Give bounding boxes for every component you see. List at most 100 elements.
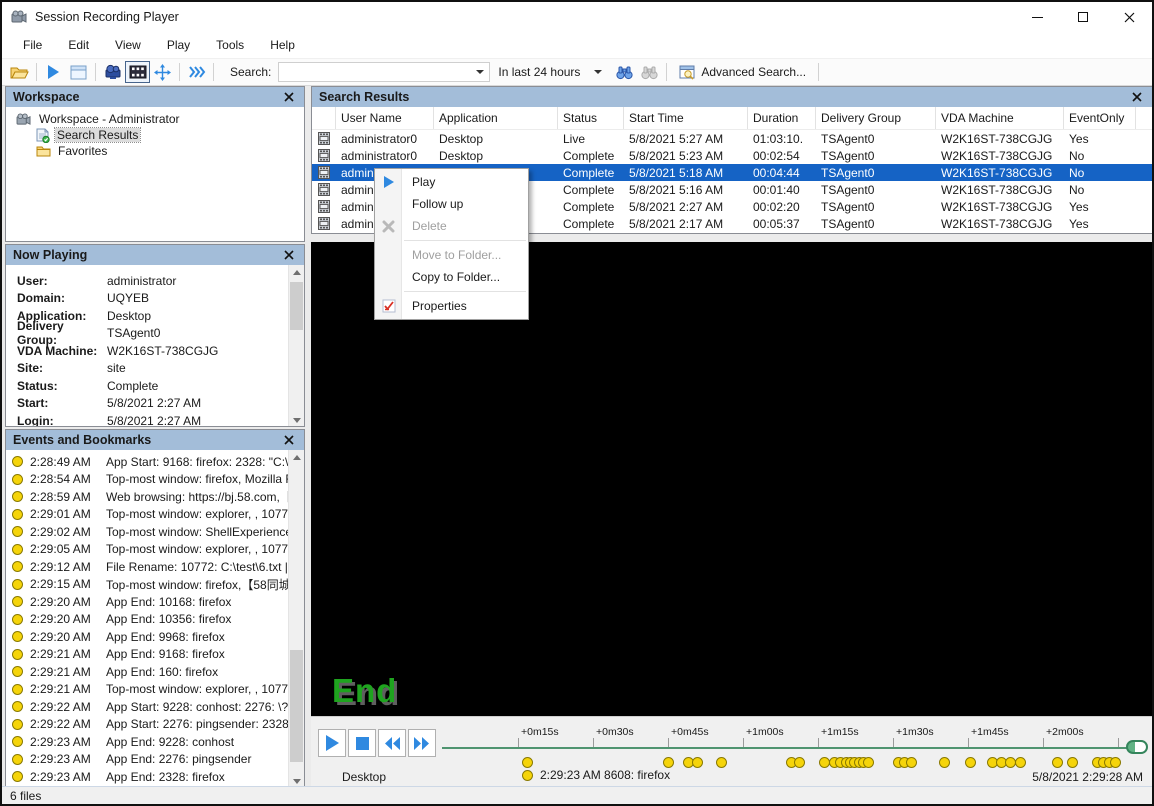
advanced-search-label: Advanced Search... <box>701 65 806 79</box>
playback-rewind-button[interactable] <box>378 729 406 757</box>
menu-item-view[interactable]: View <box>102 34 154 56</box>
open-file-button[interactable] <box>7 61 32 83</box>
timeline-event-marker[interactable] <box>663 757 674 768</box>
timeline-event-marker[interactable] <box>965 757 976 768</box>
timeline-event-marker[interactable] <box>716 757 727 768</box>
field-label: Status: <box>17 379 107 393</box>
field-label: Login: <box>17 414 107 427</box>
event-row[interactable]: 2:29:21 AM App End: 160: firefox <box>6 663 290 681</box>
scroll-up-button[interactable] <box>289 265 304 280</box>
context-menu-item-follow-up[interactable]: Follow up <box>375 193 528 215</box>
event-row[interactable]: 2:28:59 AM Web browsing: https://bj.58.c… <box>6 488 290 506</box>
event-row[interactable]: 2:29:20 AM App End: 10356: firefox <box>6 611 290 629</box>
advanced-search-button[interactable]: Advanced Search... <box>671 61 814 83</box>
play-button[interactable] <box>41 61 66 83</box>
context-menu-item-play[interactable]: Play <box>375 171 528 193</box>
event-row[interactable]: 2:28:54 AM Top-most window: firefox, Moz… <box>6 471 290 489</box>
playback-fast-forward-button[interactable] <box>408 729 436 757</box>
events-close-button[interactable] <box>281 432 297 448</box>
event-row[interactable]: 2:29:22 AM App Start: 9228: conhost: 227… <box>6 698 290 716</box>
event-row[interactable]: 2:29:23 AM App End: 9228: conhost <box>6 733 290 751</box>
tree-item-workspace-administrator[interactable]: Workspace - Administrator <box>6 111 304 127</box>
pan-button[interactable] <box>150 61 175 83</box>
event-row[interactable]: 2:29:05 AM Top-most window: explorer, , … <box>6 541 290 559</box>
timeline-event-marker[interactable] <box>522 757 533 768</box>
projector-view-button[interactable] <box>100 61 125 83</box>
event-row[interactable]: 2:28:49 AM App Start: 9168: firefox: 232… <box>6 453 290 471</box>
event-row[interactable]: 2:29:22 AM App Start: 2276: pingsender: … <box>6 716 290 734</box>
event-row[interactable]: 2:29:02 AM Top-most window: ShellExperie… <box>6 523 290 541</box>
search-go-button[interactable] <box>612 61 637 83</box>
event-marker-icon <box>12 544 23 555</box>
timeline-event-marker[interactable] <box>1052 757 1063 768</box>
workspace-close-button[interactable] <box>281 89 297 105</box>
event-row[interactable]: 2:29:20 AM App End: 10168: firefox <box>6 593 290 611</box>
column-header-start-time[interactable]: Start Time <box>624 107 748 129</box>
context-menu-item-properties[interactable]: Properties <box>375 295 528 317</box>
maximize-button[interactable] <box>1060 2 1106 32</box>
timeline-event-marker[interactable] <box>939 757 950 768</box>
recording-row[interactable]: administrator0 Desktop Live 5/8/2021 5:2… <box>312 130 1152 147</box>
event-description: File Rename: 10772: C:\test\6.txt | 5.t.… <box>106 560 290 574</box>
search-dropdown-arrow-icon[interactable] <box>476 70 484 74</box>
column-header-user-name[interactable]: User Name <box>336 107 434 129</box>
search-stop-button[interactable] <box>637 61 662 83</box>
timeline-event-marker[interactable] <box>692 757 703 768</box>
column-header-vda-machine[interactable]: VDA Machine <box>936 107 1064 129</box>
filmstrip-view-button[interactable] <box>125 61 150 83</box>
workspace-panel-header: Workspace <box>6 87 304 107</box>
column-header-application[interactable]: Application <box>434 107 558 129</box>
column-header-delivery-group[interactable]: Delivery Group <box>816 107 936 129</box>
scrollbar-thumb[interactable] <box>290 282 303 330</box>
tree-item-search-results[interactable]: Search Results <box>6 127 304 143</box>
context-menu-item-copy-to-folder-[interactable]: Copy to Folder... <box>375 266 528 288</box>
timeline-event-marker[interactable] <box>906 757 917 768</box>
timeline-event-marker[interactable] <box>863 757 874 768</box>
scrollbar-thumb[interactable] <box>290 650 303 762</box>
menu-item-play[interactable]: Play <box>154 34 203 56</box>
menu-item-tools[interactable]: Tools <box>203 34 257 56</box>
event-row[interactable]: 2:29:23 AM App End: 2276: pingsender <box>6 751 290 769</box>
column-header-icon[interactable] <box>312 107 336 129</box>
time-filter-select[interactable]: In last 24 hours <box>490 62 612 82</box>
column-header-duration[interactable]: Duration <box>748 107 816 129</box>
timeline-event-marker[interactable] <box>1015 757 1026 768</box>
timeline-seek-bar[interactable] <box>442 747 1142 749</box>
now-playing-close-button[interactable] <box>281 247 297 263</box>
column-header-eventonly[interactable]: EventOnly <box>1064 107 1136 129</box>
event-row[interactable]: 2:29:23 AM App End: 2328: firefox <box>6 768 290 786</box>
field-value: 5/8/2021 2:27 AM <box>107 396 201 410</box>
events-scrollbar[interactable] <box>288 450 304 788</box>
event-row[interactable]: 2:29:15 AM Top-most window: firefox,【58同… <box>6 576 290 594</box>
recording-row[interactable]: administrator0 Desktop Complete 5/8/2021… <box>312 147 1152 164</box>
menu-item-file[interactable]: File <box>10 34 55 56</box>
playback-play-button[interactable] <box>318 729 346 757</box>
time-filter-arrow-icon <box>594 70 602 74</box>
menu-item-help[interactable]: Help <box>257 34 308 56</box>
timeline-event-marker[interactable] <box>1067 757 1078 768</box>
timeline-event-marker[interactable] <box>1110 757 1121 768</box>
now-playing-scrollbar[interactable] <box>288 265 304 427</box>
event-row[interactable]: 2:29:01 AM Top-most window: explorer, , … <box>6 506 290 524</box>
cell-duration: 00:01:40 <box>748 183 816 197</box>
event-row[interactable]: 2:29:21 AM App End: 9168: firefox <box>6 646 290 664</box>
event-row[interactable]: 2:29:20 AM App End: 9968: firefox <box>6 628 290 646</box>
minimize-button[interactable] <box>1014 2 1060 32</box>
event-marker-icon <box>12 614 23 625</box>
scroll-up-button[interactable] <box>289 450 304 465</box>
timeline-slider-handle[interactable] <box>1126 740 1148 754</box>
more-tools-button[interactable] <box>184 61 209 83</box>
event-row[interactable]: 2:29:12 AM File Rename: 10772: C:\test\6… <box>6 558 290 576</box>
menu-item-edit[interactable]: Edit <box>55 34 102 56</box>
open-folder-icon <box>10 65 29 80</box>
scroll-down-button[interactable] <box>289 413 304 427</box>
event-row[interactable]: 2:29:21 AM Top-most window: explorer, , … <box>6 681 290 699</box>
search-input[interactable] <box>278 62 490 82</box>
playback-stop-button[interactable] <box>348 729 376 757</box>
player-window-button[interactable] <box>66 61 91 83</box>
search-results-close-button[interactable] <box>1129 89 1145 105</box>
timeline-event-marker[interactable] <box>794 757 805 768</box>
close-button[interactable] <box>1106 2 1152 32</box>
column-header-status[interactable]: Status <box>558 107 624 129</box>
tree-item-favorites[interactable]: Favorites <box>6 143 304 159</box>
